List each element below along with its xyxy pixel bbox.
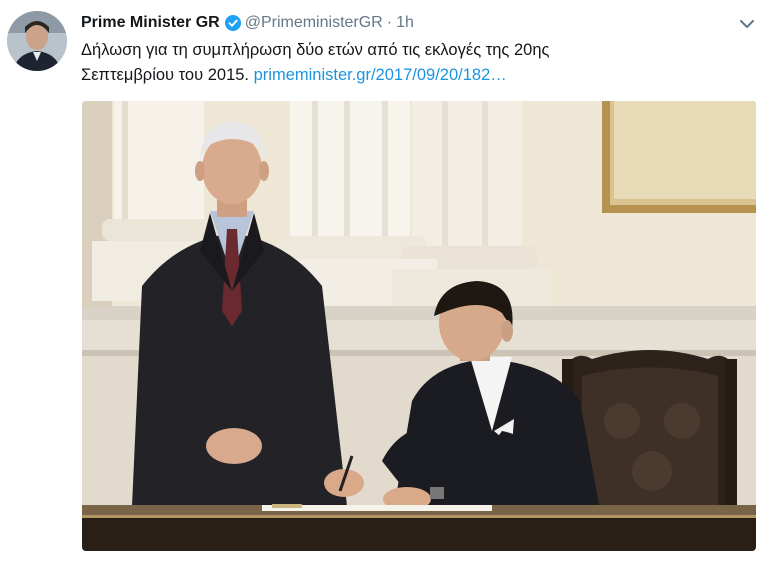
tweet-media-image[interactable] [82, 101, 756, 551]
author-avatar[interactable] [7, 11, 67, 71]
separator-dot: · [386, 14, 393, 31]
avatar-photo [7, 11, 67, 71]
author-name[interactable]: Prime Minister GR [81, 14, 220, 32]
tweet-text-line-1: Δήλωση για τη συμπλήρωση δύο ετών από τι… [81, 41, 550, 59]
tweet-header: Prime Minister GR @PrimeministerGR · 1h [81, 12, 730, 34]
tweet-text-line-2-text: Σεπτεμβρίου του 2015. [81, 66, 250, 84]
verified-badge-icon [224, 15, 241, 31]
tweet-link[interactable]: primeminister.gr/2017/09/20/182… [254, 66, 507, 84]
photo-signing-ceremony [82, 101, 756, 551]
tweet-text: Δήλωση για τη συμπλήρωση δύο ετών από τι… [81, 38, 731, 88]
chevron-down-icon[interactable] [737, 14, 757, 34]
tweet-timestamp[interactable]: 1h [396, 14, 414, 32]
tweet-text-line-2: Σεπτεμβρίου του 2015. primeminister.gr/2… [81, 63, 731, 88]
author-handle[interactable]: @PrimeministerGR [245, 14, 383, 32]
